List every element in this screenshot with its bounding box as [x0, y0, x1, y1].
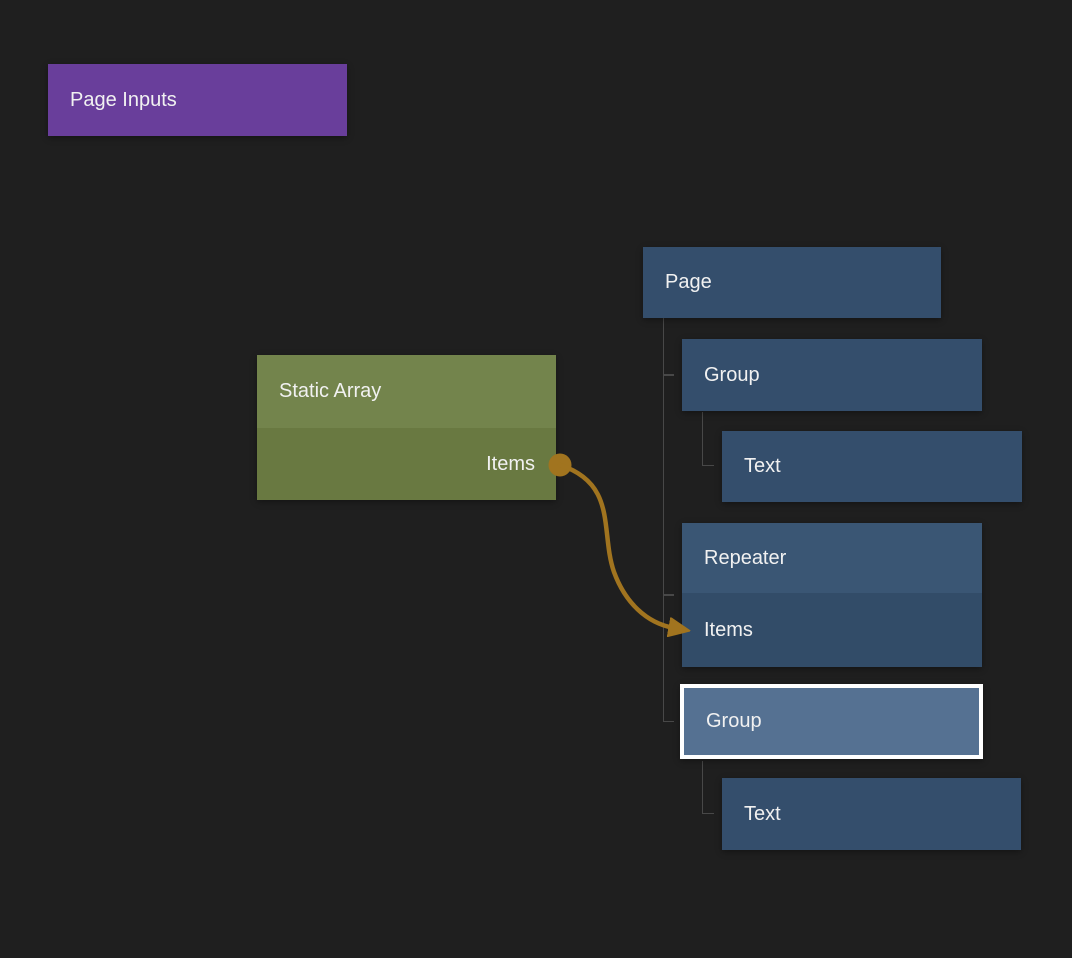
input-port-items[interactable]: Items	[682, 593, 982, 667]
node-title: Repeater	[682, 523, 982, 593]
node-title: Static Array	[257, 355, 556, 428]
node-title: Page	[643, 247, 941, 318]
node-title: Text	[722, 778, 1021, 850]
node-title: Page Inputs	[48, 64, 347, 136]
node-static-array[interactable]: Static Array Items	[257, 355, 556, 500]
node-repeater[interactable]: Repeater Items	[682, 523, 982, 667]
node-title: Group	[684, 688, 979, 755]
node-group[interactable]: Group	[682, 339, 982, 411]
node-text[interactable]: Text	[722, 778, 1021, 850]
tree-connector-line	[663, 318, 665, 722]
output-port-items[interactable]: Items	[257, 428, 556, 500]
node-page[interactable]: Page	[643, 247, 941, 318]
tree-connector-tick	[702, 813, 714, 815]
node-title: Text	[722, 431, 1022, 502]
connection-curve[interactable]	[560, 465, 674, 628]
node-text[interactable]: Text	[722, 431, 1022, 502]
tree-connector-line	[702, 761, 704, 814]
node-page-inputs[interactable]: Page Inputs	[48, 64, 347, 136]
node-title: Group	[682, 339, 982, 411]
port-label: Items	[704, 619, 753, 642]
tree-connector-line	[702, 412, 704, 466]
node-graph-canvas[interactable]: Page Inputs Static Array Items Page Grou…	[0, 0, 1072, 958]
tree-connector-tick	[663, 721, 674, 723]
tree-connector-tick	[663, 374, 674, 376]
node-group-selected[interactable]: Group	[680, 684, 983, 759]
tree-connector-tick	[663, 594, 674, 596]
tree-connector-tick	[702, 465, 714, 467]
port-label: Items	[486, 453, 535, 476]
